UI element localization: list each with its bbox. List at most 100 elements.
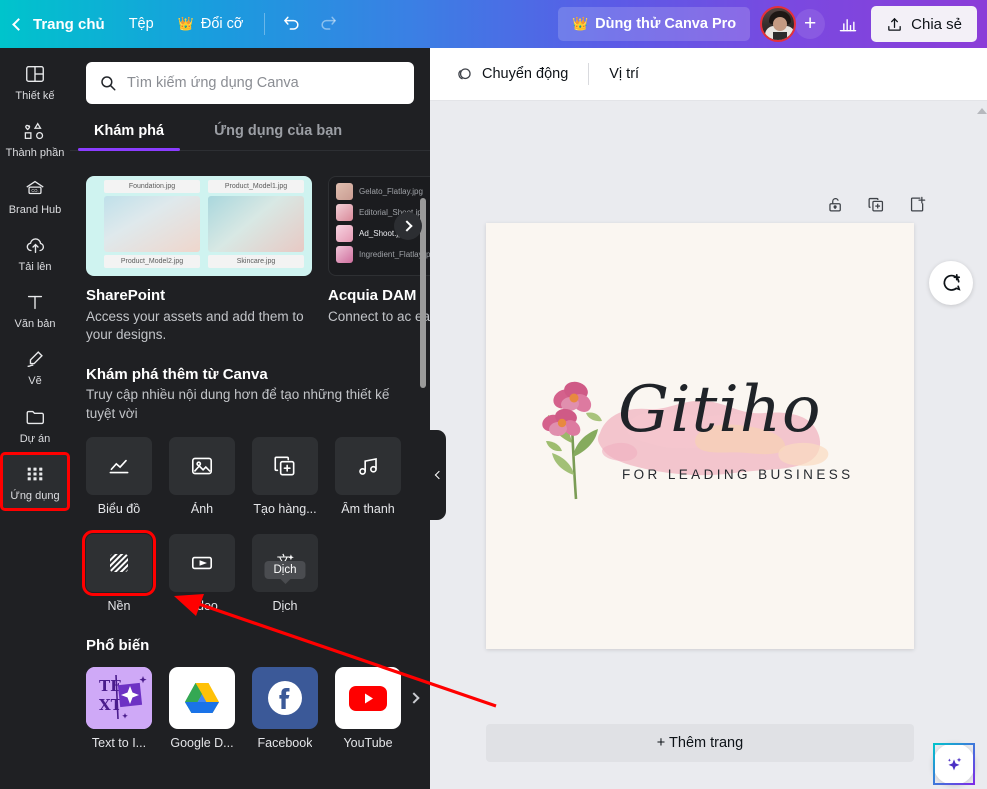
sidebar-item-apps[interactable]: Ứng dụng	[2, 454, 68, 509]
magic-sparkle-icon	[943, 753, 965, 775]
tab-discover[interactable]: Khám phá	[86, 116, 172, 150]
app-card-sharepoint[interactable]: Foundation.jpg Product_Model2.jpg Produc…	[86, 176, 312, 344]
panel-scroll-area[interactable]: Foundation.jpg Product_Model2.jpg Produc…	[70, 164, 430, 789]
redo-button[interactable]	[311, 8, 345, 40]
search-box[interactable]	[86, 62, 414, 104]
undo-button[interactable]	[275, 8, 309, 40]
file-thumbnail	[336, 225, 353, 242]
sidebar-item-label: Brand Hub	[9, 204, 62, 216]
undo-icon	[282, 14, 302, 34]
app-card-description: Access your assets and add them to your …	[86, 308, 312, 344]
popular-next-button[interactable]	[402, 685, 428, 711]
add-page-button[interactable]	[908, 195, 927, 219]
logo-artwork[interactable]: Gitiho FOR LEADING BUSINESS	[486, 223, 914, 649]
app-label: Text to I...	[92, 736, 146, 750]
design-page[interactable]: Gitiho FOR LEADING BUSINESS	[486, 223, 914, 649]
tile-label: Ảnh	[191, 502, 213, 516]
chevron-left-icon	[12, 18, 25, 31]
image-icon	[189, 453, 215, 479]
sidebar-item-elements[interactable]: Thành phần	[2, 111, 68, 166]
home-button[interactable]: Trang chủ	[10, 8, 116, 40]
popular-app-google-drive[interactable]: Google D...	[169, 667, 235, 750]
sidebar-item-label: Vẽ	[28, 375, 41, 387]
popular-app-text-to-image[interactable]: TE XT Text to I...	[86, 667, 152, 750]
sidebar-item-design[interactable]: Thiết kế	[2, 54, 68, 109]
tile-label: Biểu đồ	[98, 502, 140, 516]
position-button[interactable]: Vị trí	[598, 57, 650, 91]
sidebar-item-draw[interactable]: Vẽ	[2, 339, 68, 394]
resize-button[interactable]: 👑 Đổi cỡ	[167, 8, 255, 40]
share-button[interactable]: Chia sẻ	[871, 6, 977, 42]
collapse-panel-button[interactable]	[430, 430, 446, 520]
music-note-icon	[355, 453, 381, 479]
invite-members-button[interactable]: +	[795, 9, 825, 39]
app-card-title: SharePoint	[86, 287, 312, 304]
add-page-bar-button[interactable]: + Thêm trang	[486, 724, 914, 762]
sidebar-item-brand-hub[interactable]: CO. Brand Hub	[2, 168, 68, 223]
page-tools	[826, 195, 927, 219]
tile-background[interactable]: Nền	[86, 534, 152, 613]
sidebar-item-text[interactable]: Văn bản	[2, 282, 68, 337]
sidebar-item-label: Ứng dụng	[10, 490, 59, 502]
app-card-acquia-dam[interactable]: Gelato_Flatlay.jpg Editorial_Shoot.jpg A…	[328, 176, 430, 344]
add-comment-button[interactable]	[929, 261, 973, 305]
avatar[interactable]	[760, 6, 796, 42]
insights-button[interactable]	[831, 8, 865, 40]
tile-charts[interactable]: Biểu đồ	[86, 437, 152, 516]
pro-label: Dùng thử Canva Pro	[595, 16, 736, 32]
brand-tagline: FOR LEADING BUSINESS	[622, 467, 854, 482]
sidebar-item-uploads[interactable]: Tải lên	[2, 225, 68, 280]
chevron-right-icon	[408, 692, 419, 703]
apps-grid-icon	[24, 463, 46, 485]
search-icon	[99, 74, 117, 92]
try-canva-pro-button[interactable]: 👑 Dùng thử Canva Pro	[558, 7, 750, 41]
chevron-left-icon	[435, 471, 443, 479]
file-menu-button[interactable]: Tệp	[118, 8, 165, 40]
search-input[interactable]	[127, 75, 401, 91]
duplicate-page-icon	[867, 195, 886, 214]
tile-label: Video	[186, 599, 218, 613]
background-hatch-icon	[104, 548, 134, 578]
animate-label: Chuyển động	[482, 66, 568, 82]
context-toolbar: Chuyển động Vị trí	[430, 48, 987, 101]
file-name-label: Foundation.jpg	[104, 180, 200, 193]
file-thumbnail	[104, 196, 200, 252]
tab-your-apps[interactable]: Ứng dụng của bạn	[206, 116, 350, 150]
line-chart-icon	[106, 453, 132, 479]
tab-label: Khám phá	[94, 123, 164, 139]
tile-label: Tạo hàng...	[253, 502, 316, 516]
app-icon-box	[335, 667, 401, 729]
cards-next-button[interactable]	[394, 212, 422, 240]
folder-icon	[24, 406, 47, 428]
add-page-label: + Thêm trang	[657, 735, 743, 751]
tile-video[interactable]: Video	[169, 534, 235, 613]
app-icon-box: TE XT	[86, 667, 152, 729]
animate-button[interactable]: Chuyển động	[444, 57, 579, 91]
tooltip-translate: Dịch	[264, 561, 305, 579]
file-name-label: Product_Model1.jpg	[208, 180, 304, 193]
sidebar-item-projects[interactable]: Dự án	[2, 397, 68, 452]
tab-label: Ứng dụng của bạn	[214, 123, 342, 139]
tile-icon-box	[86, 437, 152, 495]
file-thumbnail	[208, 196, 304, 252]
tile-audio[interactable]: Âm thanh	[335, 437, 401, 516]
magic-assistant-button[interactable]	[933, 743, 975, 785]
tile-icon-box	[169, 437, 235, 495]
app-icon-box	[169, 667, 235, 729]
sidebar-item-label: Dự án	[20, 433, 51, 445]
tile-photos[interactable]: Ảnh	[169, 437, 235, 516]
popular-app-youtube[interactable]: YouTube	[335, 667, 401, 750]
lock-page-button[interactable]	[826, 195, 845, 219]
resize-label: Đổi cỡ	[201, 16, 244, 32]
tile-translate[interactable]: 文 Dịch Dịch	[252, 534, 318, 613]
tile-label: Dịch	[272, 599, 297, 613]
duplicate-page-button[interactable]	[867, 195, 886, 219]
popular-app-facebook[interactable]: Facebook	[252, 667, 318, 750]
sharepoint-col-2: Product_Model1.jpg Skincare.jpg	[208, 180, 304, 271]
tile-bulk-create[interactable]: Tạo hàng...	[252, 437, 318, 516]
svg-text:CO.: CO.	[31, 188, 38, 193]
editor-scrollbar[interactable]	[979, 108, 985, 118]
file-name-label: Product_Model2.jpg	[104, 255, 200, 268]
file-name-label: Skincare.jpg	[208, 255, 304, 268]
upload-cloud-icon	[24, 234, 47, 256]
